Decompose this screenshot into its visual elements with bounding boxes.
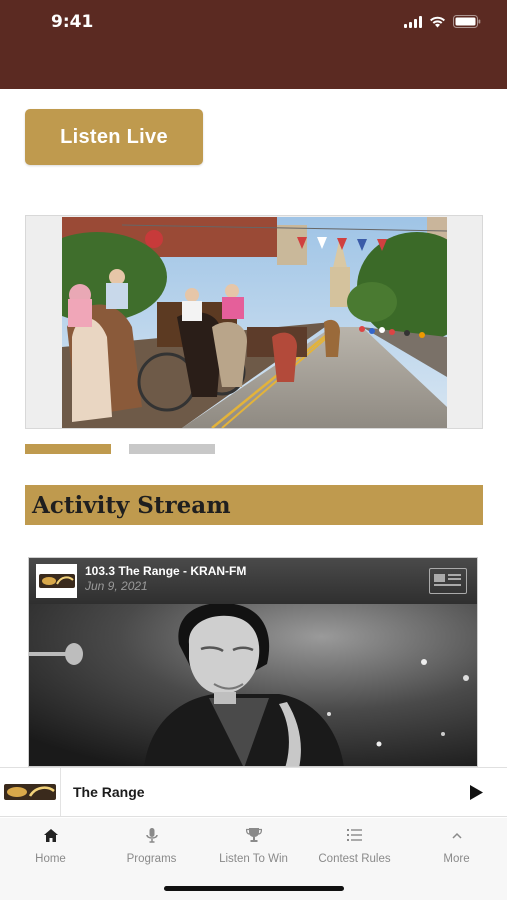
trophy-icon <box>245 826 262 844</box>
microphone-icon <box>145 826 158 844</box>
listen-live-button[interactable]: Listen Live <box>25 109 203 165</box>
tab-label-programs: Programs <box>126 853 177 865</box>
home-icon <box>43 826 58 844</box>
player-station-logo <box>0 768 61 816</box>
activity-stream-header: Activity Stream <box>25 485 483 525</box>
tab-more[interactable]: More <box>406 826 507 865</box>
tab-label-listen-to-win: Listen To Win <box>219 853 288 865</box>
post-photo[interactable] <box>29 604 478 767</box>
tab-label-home: Home <box>35 853 66 865</box>
tab-home[interactable]: Home <box>0 826 101 865</box>
carousel-slide-parade-photo[interactable] <box>62 217 447 428</box>
post-date: Jun 9, 2021 <box>85 579 148 593</box>
carousel-dot-2[interactable] <box>129 444 215 454</box>
post-station-name: 103.3 The Range - KRAN-FM <box>85 564 247 578</box>
tab-label-contest-rules: Contest Rules <box>318 853 391 865</box>
home-indicator[interactable] <box>164 886 344 891</box>
status-bar: 9:41 <box>0 0 507 89</box>
signal-icon <box>404 15 422 28</box>
status-time: 9:41 <box>51 12 94 32</box>
play-icon[interactable] <box>467 783 485 801</box>
article-icon <box>429 568 467 594</box>
wifi-icon <box>429 15 446 28</box>
player-title: The Range <box>73 784 145 800</box>
status-icons <box>404 15 481 28</box>
activity-post-card[interactable]: 103.3 The Range - KRAN-FM Jun 9, 2021 <box>28 557 478 767</box>
tab-label-more: More <box>443 853 470 865</box>
tab-programs[interactable]: Programs <box>101 826 202 865</box>
chevron-up-icon <box>451 826 462 844</box>
activity-stream-title: Activity Stream <box>32 491 231 519</box>
tab-contest-rules[interactable]: Contest Rules <box>304 826 405 865</box>
mini-player[interactable]: The Range <box>0 767 507 817</box>
battery-icon <box>453 15 481 28</box>
carousel-dot-1[interactable] <box>25 444 111 454</box>
station-logo <box>36 564 77 598</box>
image-carousel[interactable] <box>25 215 483 429</box>
tab-listen-to-win[interactable]: Listen To Win <box>203 826 304 865</box>
list-icon <box>347 826 362 844</box>
post-header: 103.3 The Range - KRAN-FM Jun 9, 2021 <box>29 558 477 604</box>
